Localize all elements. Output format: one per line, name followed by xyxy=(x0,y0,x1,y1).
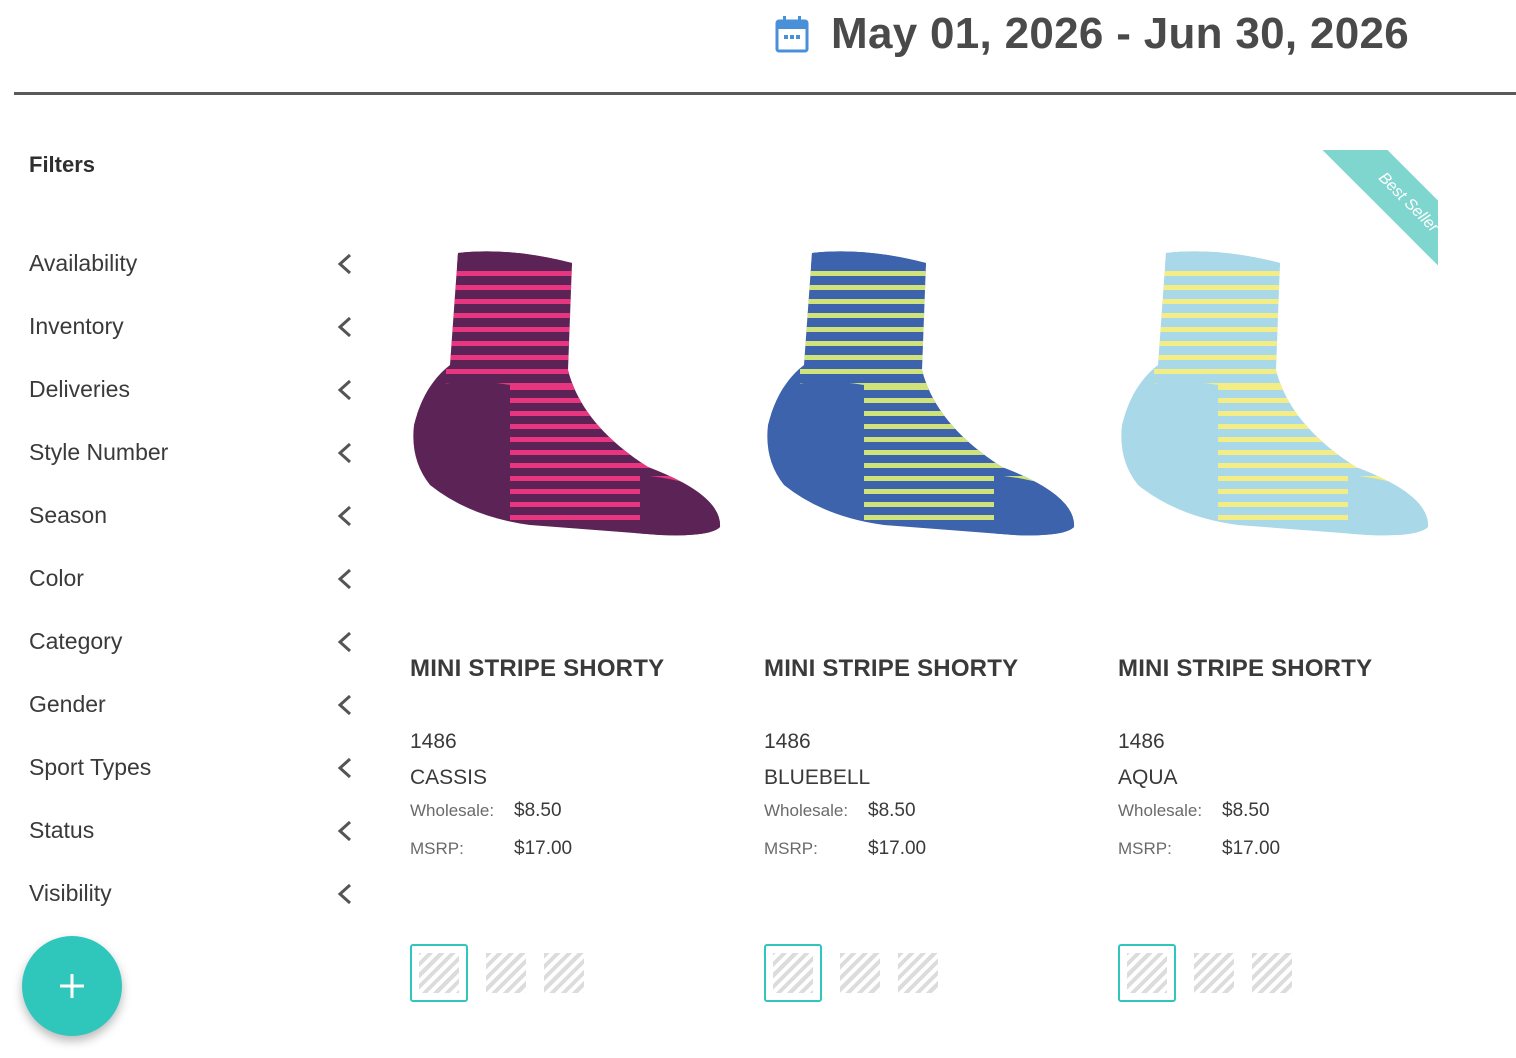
product-card[interactable]: Best Seller MINI STRIPE SHORTY 1486 AQUA Who… xyxy=(1118,150,1438,1030)
filter-label: Category xyxy=(29,628,123,654)
chevron-left-icon[interactable] xyxy=(337,757,353,779)
filter-label: Season xyxy=(29,502,108,528)
product-name[interactable]: MINI STRIPE SHORTY xyxy=(764,655,1018,683)
product-name[interactable]: MINI STRIPE SHORTY xyxy=(410,655,664,683)
color-swatches xyxy=(764,944,956,1002)
date-range-text: May 01, 2026 - Jun 30, 2026 xyxy=(831,9,1410,58)
chevron-left-icon[interactable] xyxy=(337,253,353,275)
msrp-label: MSRP: xyxy=(410,839,464,858)
wholesale-price-row: Wholesale: $8.50 xyxy=(764,800,916,822)
msrp-price-row: MSRP: $17.00 xyxy=(410,838,572,860)
filter-label: Color xyxy=(29,565,84,591)
filter-category[interactable]: Category xyxy=(29,610,359,673)
header-divider xyxy=(14,92,1516,95)
chevron-left-icon[interactable] xyxy=(337,442,353,464)
filter-label: Status xyxy=(29,817,95,843)
color-name: CASSIS xyxy=(410,766,488,789)
plus-icon xyxy=(60,974,84,998)
color-name: BLUEBELL xyxy=(764,766,871,789)
color-swatch[interactable] xyxy=(1194,953,1234,993)
chevron-left-icon[interactable] xyxy=(337,568,353,590)
chevron-left-icon[interactable] xyxy=(337,505,353,527)
date-range-picker[interactable]: May 01, 2026 - Jun 30, 2026 xyxy=(775,8,1409,60)
filter-label: Inventory xyxy=(29,313,124,339)
filter-label: Availability xyxy=(29,250,138,276)
filter-label: Gender xyxy=(29,691,106,717)
product-image[interactable] xyxy=(410,245,730,545)
filter-label: Deliveries xyxy=(29,376,130,402)
msrp-value: $17.00 xyxy=(1222,838,1281,859)
filter-status[interactable]: Status xyxy=(29,799,359,862)
filter-style-number[interactable]: Style Number xyxy=(29,421,359,484)
filter-deliveries[interactable]: Deliveries xyxy=(29,358,359,421)
style-number: 1486 xyxy=(410,730,457,753)
product-image[interactable] xyxy=(1118,245,1438,545)
add-button[interactable] xyxy=(22,936,122,1036)
msrp-label: MSRP: xyxy=(1118,839,1172,858)
wholesale-label: Wholesale: xyxy=(764,801,849,820)
filter-availability[interactable]: Availability xyxy=(29,232,359,295)
msrp-value: $17.00 xyxy=(514,838,573,859)
filter-label: Visibility xyxy=(29,880,112,906)
chevron-left-icon[interactable] xyxy=(337,379,353,401)
chevron-left-icon[interactable] xyxy=(337,694,353,716)
wholesale-value: $8.50 xyxy=(1222,800,1270,821)
filter-season[interactable]: Season xyxy=(29,484,359,547)
color-swatch[interactable] xyxy=(1118,944,1176,1002)
wholesale-label: Wholesale: xyxy=(1118,801,1203,820)
color-swatch[interactable] xyxy=(410,944,468,1002)
color-swatches xyxy=(1118,944,1310,1002)
wholesale-price-row: Wholesale: $8.50 xyxy=(410,800,562,822)
color-swatch[interactable] xyxy=(898,953,938,993)
calendar-icon xyxy=(775,16,809,53)
color-swatch[interactable] xyxy=(544,953,584,993)
color-swatch[interactable] xyxy=(1252,953,1292,993)
chevron-left-icon[interactable] xyxy=(337,316,353,338)
filter-visibility[interactable]: Visibility xyxy=(29,862,359,925)
wholesale-value: $8.50 xyxy=(514,800,562,821)
chevron-left-icon[interactable] xyxy=(337,631,353,653)
filter-label: Sport Types xyxy=(29,754,152,780)
chevron-left-icon[interactable] xyxy=(337,820,353,842)
filter-label: Style Number xyxy=(29,439,169,465)
filter-color[interactable]: Color xyxy=(29,547,359,610)
wholesale-value: $8.50 xyxy=(868,800,916,821)
msrp-price-row: MSRP: $17.00 xyxy=(764,838,926,860)
msrp-price-row: MSRP: $17.00 xyxy=(1118,838,1280,860)
color-name: AQUA xyxy=(1118,766,1178,789)
filter-gender[interactable]: Gender xyxy=(29,673,359,736)
filters-title: Filters xyxy=(29,152,96,177)
product-card[interactable]: MINI STRIPE SHORTY 1486 BLUEBELL Wholesale:… xyxy=(764,150,1084,1030)
wholesale-price-row: Wholesale: $8.50 xyxy=(1118,800,1270,822)
color-swatch[interactable] xyxy=(486,953,526,993)
style-number: 1486 xyxy=(1118,730,1165,753)
msrp-value: $17.00 xyxy=(868,838,927,859)
wholesale-label: Wholesale: xyxy=(410,801,495,820)
filter-list: Availability Inventory Deliveries Style Num… xyxy=(29,232,359,925)
product-name[interactable]: MINI STRIPE SHORTY xyxy=(1118,655,1372,683)
msrp-label: MSRP: xyxy=(764,839,818,858)
chevron-left-icon[interactable] xyxy=(337,883,353,905)
color-swatches xyxy=(410,944,602,1002)
color-swatch[interactable] xyxy=(764,944,822,1002)
style-number: 1486 xyxy=(764,730,811,753)
product-card[interactable]: MINI STRIPE SHORTY 1486 CASSIS Wholesale: $8… xyxy=(410,150,730,1030)
product-image[interactable] xyxy=(764,245,1084,545)
color-swatch[interactable] xyxy=(840,953,880,993)
filter-sport-types[interactable]: Sport Types xyxy=(29,736,359,799)
filter-inventory[interactable]: Inventory xyxy=(29,295,359,358)
